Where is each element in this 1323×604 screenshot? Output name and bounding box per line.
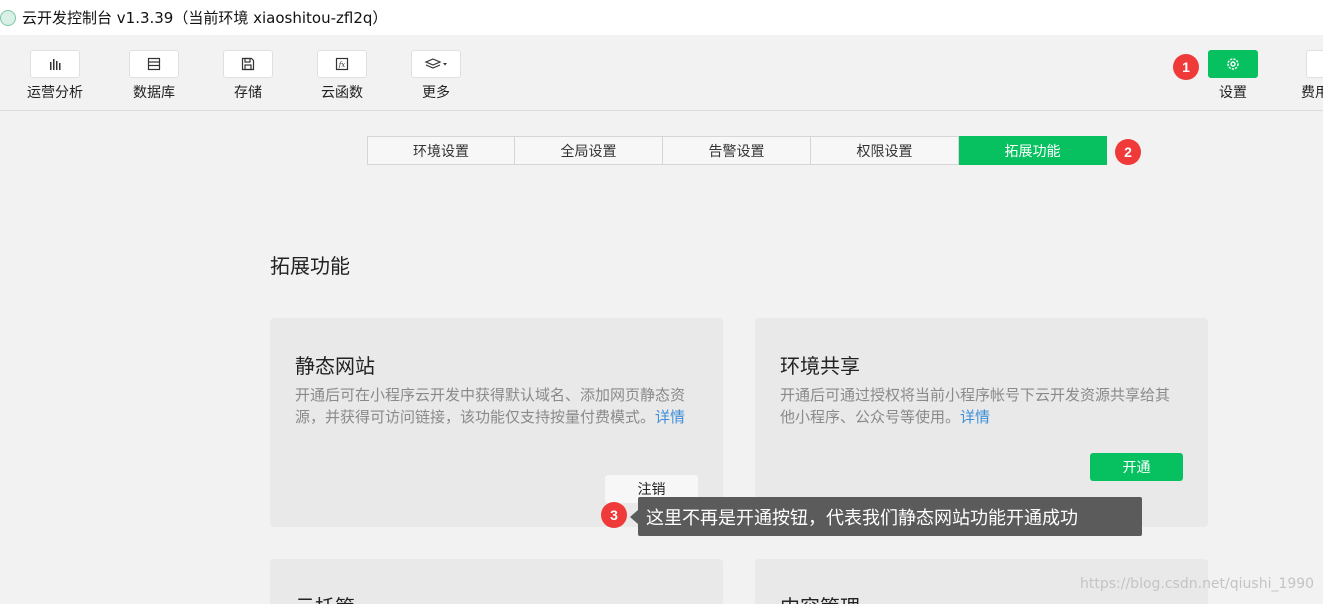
card-static-website: 静态网站 开通后可在小程序云开发中获得默认域名、添加网页静态资源，并获得可访问链… — [270, 318, 723, 527]
database-icon — [147, 57, 161, 71]
main-toolbar: 运营分析 数据库 存储 fx 云函数 更多 设置 费用 — [0, 35, 1323, 111]
layers-icon — [424, 58, 447, 69]
toolbar-settings[interactable]: 设置 — [1193, 50, 1273, 102]
more-label: 更多 — [422, 85, 450, 101]
card-title: 静态网站 — [295, 354, 375, 378]
gear-icon — [1227, 58, 1239, 70]
cost-label: 费用 — [1301, 85, 1323, 101]
window-title: 云开发控制台 v1.3.39（当前环境 xiaoshitou-zfl2q） — [22, 9, 388, 27]
toolbar-cloud-function[interactable]: fx 云函数 — [302, 50, 382, 102]
toolbar-storage[interactable]: 存储 — [208, 50, 288, 102]
activate-button[interactable]: 开通 — [1090, 453, 1183, 481]
tab-alert-settings[interactable]: 告警设置 — [663, 136, 811, 165]
tab-environment-settings[interactable]: 环境设置 — [367, 136, 515, 165]
cost-button[interactable] — [1306, 50, 1323, 78]
toolbar-analytics[interactable]: 运营分析 — [15, 50, 95, 102]
cloud-function-button[interactable]: fx — [317, 50, 367, 78]
function-icon: fx — [335, 57, 349, 71]
step-badge-3: 3 — [601, 502, 627, 528]
analytics-button[interactable] — [30, 50, 80, 78]
card-description: 开通后可通过授权将当前小程序帐号下云开发资源共享给其他小程序、公众号等使用。详情 — [780, 384, 1180, 428]
annotation-tooltip: 这里不再是开通按钮，代表我们静态网站功能开通成功 — [638, 497, 1142, 536]
details-link[interactable]: 详情 — [655, 408, 685, 426]
card-title: 环境共享 — [780, 354, 860, 378]
card-description: 开通后可在小程序云开发中获得默认域名、添加网页静态资源，并获得可访问链接，该功能… — [295, 384, 705, 428]
tab-extensions[interactable]: 拓展功能 — [959, 136, 1107, 165]
watermark: https://blog.csdn.net/qiushi_1990 — [1080, 576, 1315, 592]
toolbar-database[interactable]: 数据库 — [114, 50, 194, 102]
toolbar-more[interactable]: 更多 — [396, 50, 476, 102]
section-title: 拓展功能 — [270, 254, 350, 278]
analytics-label: 运营分析 — [27, 85, 83, 101]
cloud-function-label: 云函数 — [321, 85, 363, 101]
details-link[interactable]: 详情 — [960, 408, 990, 426]
step-badge-1: 1 — [1173, 54, 1199, 80]
toolbar-cost[interactable]: 费用 — [1292, 50, 1323, 102]
card-cloud-hosting: 云托管 — [270, 559, 723, 604]
more-button[interactable] — [411, 50, 461, 78]
card-title: 云托管 — [295, 591, 355, 604]
card-title: 内容管理 — [780, 591, 860, 604]
step-badge-2: 2 — [1115, 139, 1141, 165]
tooltip-arrow — [630, 510, 638, 524]
storage-label: 存储 — [234, 85, 262, 101]
database-button[interactable] — [129, 50, 179, 78]
app-logo-icon — [0, 9, 16, 26]
tab-global-settings[interactable]: 全局设置 — [515, 136, 663, 165]
settings-label: 设置 — [1219, 85, 1247, 101]
storage-button[interactable] — [223, 50, 273, 78]
title-bar: 云开发控制台 v1.3.39（当前环境 xiaoshitou-zfl2q） — [0, 0, 1323, 35]
svg-text:fx: fx — [338, 61, 346, 69]
database-label: 数据库 — [133, 85, 175, 101]
card-description-text: 开通后可在小程序云开发中获得默认域名、添加网页静态资源，并获得可访问链接，该功能… — [295, 386, 686, 426]
settings-tabs: 环境设置 全局设置 告警设置 权限设置 拓展功能 — [367, 136, 1107, 165]
bar-chart-icon — [50, 59, 61, 70]
card-environment-sharing: 环境共享 开通后可通过授权将当前小程序帐号下云开发资源共享给其他小程序、公众号等… — [755, 318, 1208, 527]
tab-permission-settings[interactable]: 权限设置 — [811, 136, 959, 165]
settings-button[interactable] — [1208, 50, 1258, 78]
save-icon — [241, 57, 255, 71]
